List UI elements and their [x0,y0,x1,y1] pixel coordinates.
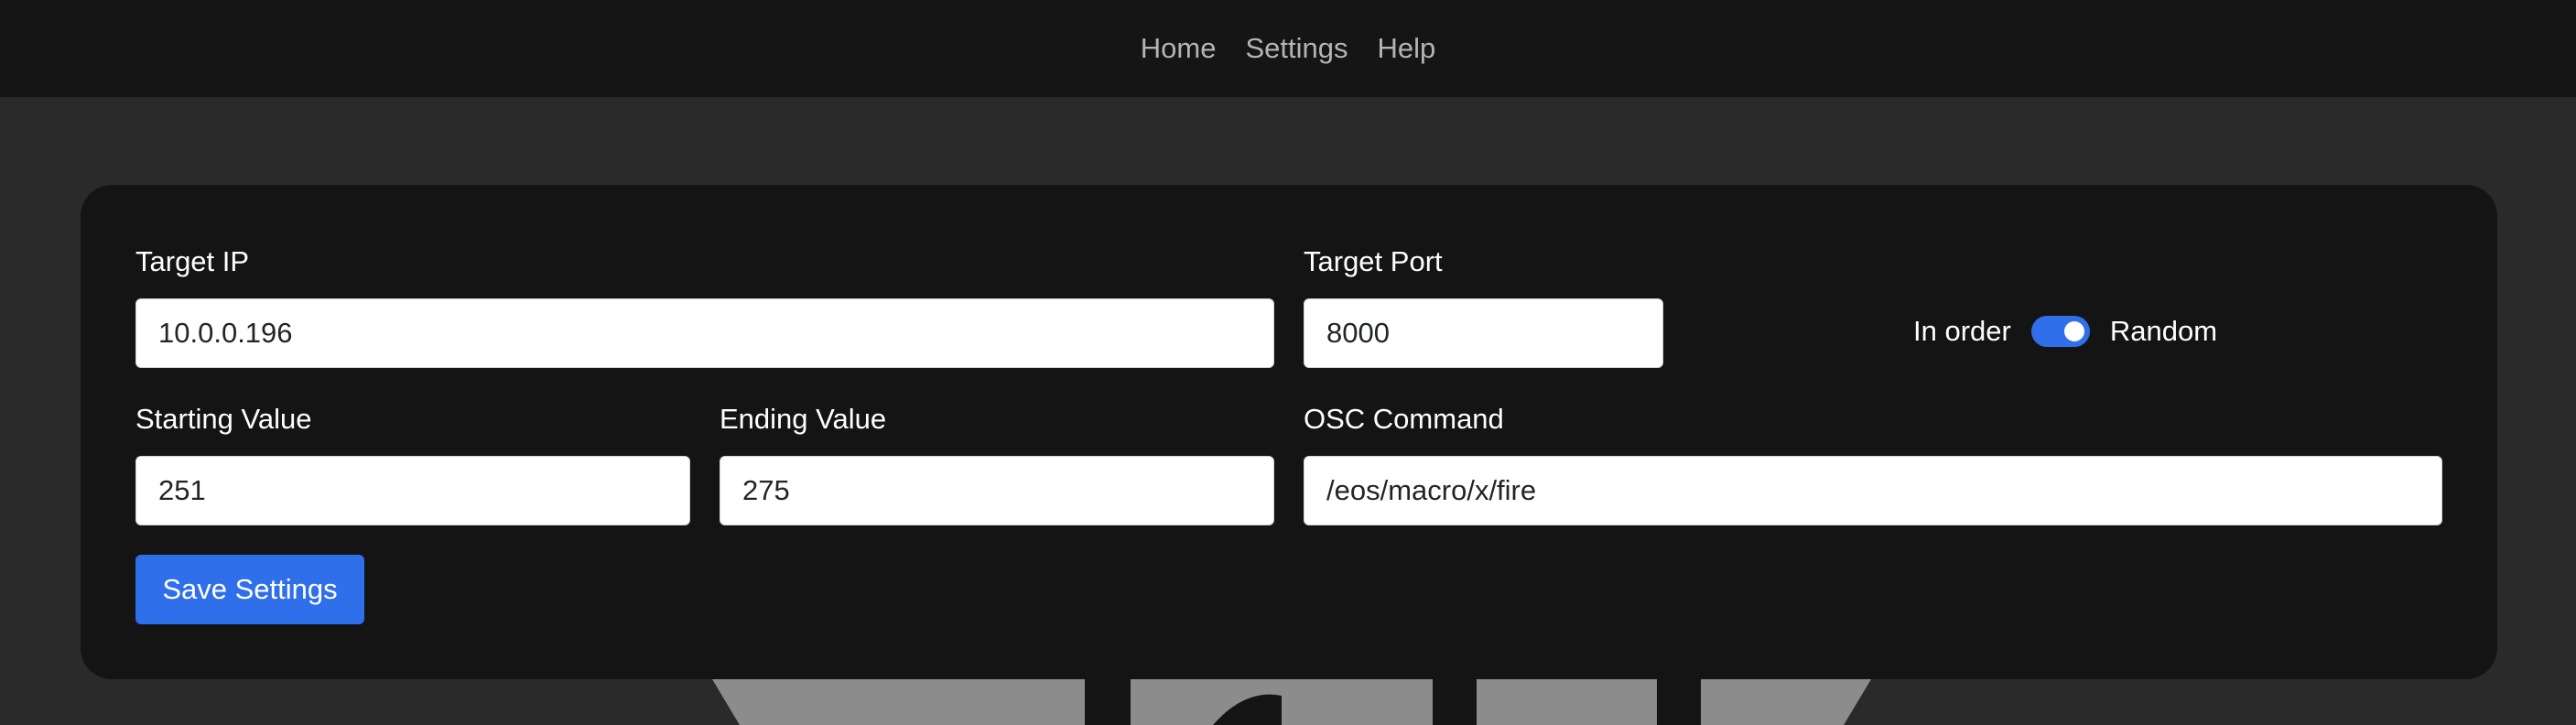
target-port-input[interactable] [1304,298,1663,368]
order-toggle-switch[interactable] [2030,316,2090,347]
nav-settings-link[interactable]: Settings [1245,32,1348,65]
toggle-knob [2063,321,2084,341]
osc-command-input[interactable] [1304,456,2442,525]
in-order-label: In order [1913,315,2011,347]
top-navbar: Home Settings Help [0,0,2576,97]
nav-help-link[interactable]: Help [1377,32,1435,65]
target-ip-input[interactable] [135,298,1274,368]
starting-value-label: Starting Value [135,403,312,435]
target-ip-label: Target IP [135,245,250,277]
random-label: Random [2109,315,2218,347]
starting-value-input[interactable] [135,456,690,525]
settings-card [81,185,2497,679]
osc-command-label: OSC Command [1304,403,1504,435]
target-port-label: Target Port [1304,245,1443,277]
nav-home-link[interactable]: Home [1141,32,1217,65]
ending-value-input[interactable] [720,456,1274,525]
save-settings-button[interactable]: Save Settings [135,555,364,624]
order-toggle-row: In order Random [1913,313,2217,350]
ending-value-label: Ending Value [720,403,887,435]
